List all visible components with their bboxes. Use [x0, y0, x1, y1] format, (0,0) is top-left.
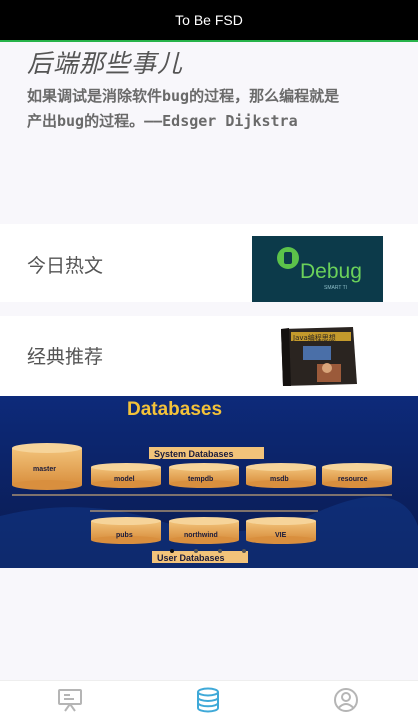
svg-text:VIE: VIE	[275, 532, 287, 539]
carousel-dot	[242, 549, 246, 553]
tab-database[interactable]	[194, 687, 222, 713]
carousel-dot	[170, 549, 174, 553]
svg-text:msdb: msdb	[270, 476, 289, 483]
svg-text:tempdb: tempdb	[188, 476, 213, 483]
java-book-image: Java编程思想	[281, 327, 357, 386]
database-icon	[197, 687, 219, 713]
svg-text:resource: resource	[338, 476, 368, 483]
carousel-dot	[218, 549, 222, 553]
db-cylinder-vie: VIE	[246, 517, 316, 544]
debug-logo-sub: SMART TI	[324, 285, 347, 291]
hero-quote: 如果调试是消除软件bug的过程，那么编程就是 产出bug的过程。——Edsger…	[27, 84, 412, 134]
hero-quote-line-2: 产出bug的过程。——Edsger Dijkstra	[27, 112, 298, 130]
hero-title: 后端那些事儿	[27, 49, 184, 78]
book-title: Java编程思想	[292, 333, 336, 342]
db-cylinder-msdb: msdb	[246, 463, 316, 488]
tab-profile[interactable]	[332, 687, 360, 713]
classic-recommend-label: 经典推荐	[27, 346, 104, 368]
database-diagram-image: Databases System Databases master model …	[0, 396, 418, 568]
db-cylinder-pubs: pubs	[91, 517, 161, 544]
classic-book-thumbnail[interactable]: Java编程思想	[277, 326, 359, 388]
database-banner[interactable]: Databases System Databases master model …	[0, 396, 418, 568]
carousel-dot	[194, 549, 198, 553]
hero-quote-line-1: 如果调试是消除软件bug的过程，那么编程就是	[27, 87, 340, 105]
presentation-icon	[58, 689, 82, 712]
tab-articles[interactable]	[56, 687, 84, 713]
svg-text:master: master	[33, 466, 56, 473]
db-cylinder-resource: resource	[322, 463, 392, 488]
db-cylinder-master: master	[12, 443, 82, 490]
svg-text:model: model	[114, 476, 135, 483]
hot-articles-label: 今日热文	[27, 255, 104, 277]
hot-article-thumbnail[interactable]: Debug SMART TI	[252, 236, 383, 302]
user-icon	[334, 688, 358, 712]
db-cylinder-model: model	[91, 463, 161, 488]
top-bar: To Be FSD	[0, 0, 418, 42]
app-title: To Be FSD	[175, 12, 243, 28]
classic-recommend-row[interactable]: 经典推荐 Java编程思想	[0, 316, 418, 396]
svg-text:northwind: northwind	[184, 532, 218, 539]
user-db-label: User Databases	[157, 553, 225, 563]
db-cylinder-tempdb: tempdb	[169, 463, 239, 488]
svg-text:pubs: pubs	[116, 532, 133, 539]
bottom-tab-bar	[0, 680, 418, 719]
banner-heading: Databases	[127, 399, 222, 420]
system-db-label: System Databases	[154, 449, 234, 459]
debug-logo-text: Debug	[300, 260, 362, 283]
hot-articles-row[interactable]: 今日热文 Debug SMART TI	[0, 224, 418, 302]
db-cylinder-northwind: northwind	[169, 517, 239, 544]
debug-logo-image: Debug SMART TI	[252, 236, 383, 302]
